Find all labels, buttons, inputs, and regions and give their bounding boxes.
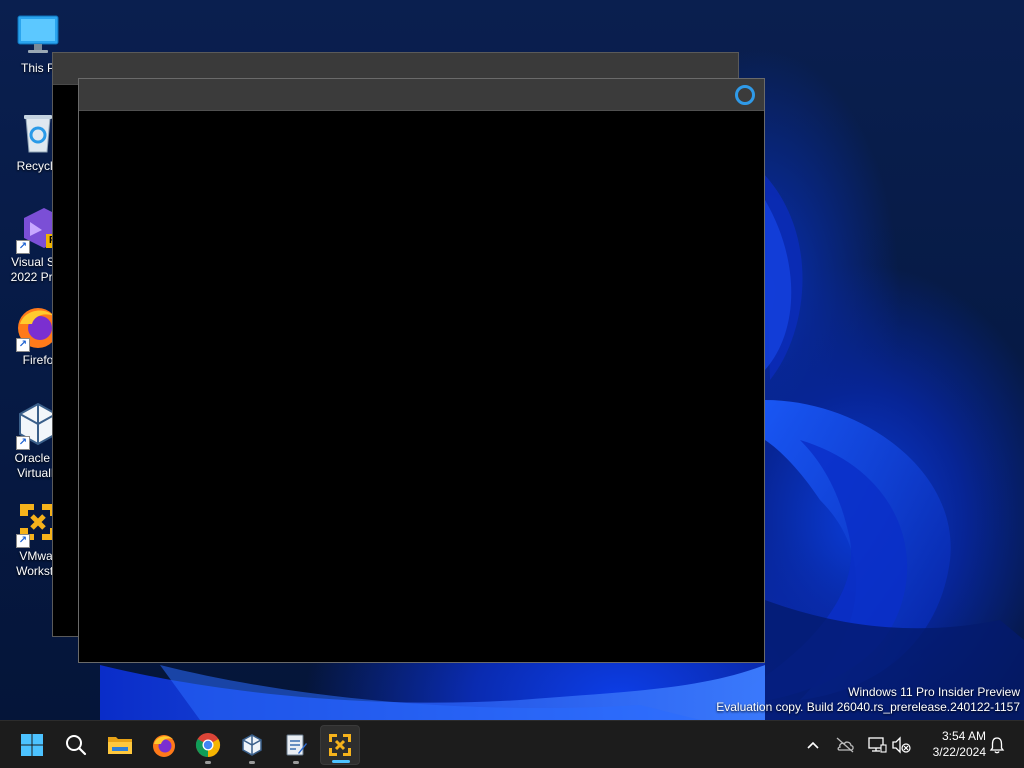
taskbar: 3:54 AM 3/22/2024	[0, 720, 1024, 768]
start-button[interactable]	[12, 725, 52, 765]
firefox-icon	[153, 735, 175, 757]
window-content-area[interactable]	[79, 111, 764, 662]
taskbar-firefox[interactable]	[144, 725, 184, 765]
search-icon	[66, 735, 87, 756]
shortcut-arrow-icon: ↗	[16, 338, 30, 352]
running-indicator	[293, 761, 299, 764]
search-button[interactable]	[56, 725, 96, 765]
taskbar-vmware[interactable]	[320, 725, 360, 765]
notifications-button[interactable]	[986, 725, 1008, 765]
chevron-up-icon	[807, 741, 819, 749]
volume-muted-icon	[892, 736, 911, 754]
virtualbox-icon	[242, 734, 262, 756]
taskbar-virtualbox[interactable]	[232, 725, 272, 765]
shortcut-arrow-icon: ↗	[16, 534, 30, 548]
taskbar-clock[interactable]: 3:54 AM 3/22/2024	[918, 728, 986, 760]
show-hidden-icons-button[interactable]	[802, 725, 824, 765]
active-indicator	[332, 760, 350, 763]
vmware-icon	[329, 734, 351, 756]
foreground-window-titlebar[interactable]	[79, 79, 764, 111]
network-wired-icon	[868, 737, 887, 753]
shortcut-arrow-icon: ↗	[16, 436, 30, 450]
clock-time: 3:54 AM	[941, 729, 986, 743]
network-tray-button[interactable]	[866, 725, 888, 765]
onedrive-tray-button[interactable]	[834, 725, 856, 765]
watermark-build: Evaluation copy. Build 26040.rs_prerelea…	[716, 700, 1020, 714]
folder-icon	[108, 737, 132, 754]
shortcut-arrow-icon: ↗	[16, 240, 30, 254]
chrome-icon	[195, 733, 221, 757]
notepad-icon	[286, 734, 307, 756]
taskbar-chrome[interactable]	[188, 725, 228, 765]
clock-date: 3/22/2024	[932, 745, 986, 759]
taskbar-file-explorer[interactable]	[100, 725, 140, 765]
taskbar-notepad[interactable]	[276, 725, 316, 765]
evaluation-watermark: Windows 11 Pro Insider Preview Evaluatio…	[716, 685, 1020, 715]
windows-start-icon	[21, 734, 43, 756]
cloud-offline-icon	[836, 737, 854, 753]
bell-icon	[989, 737, 1005, 754]
loading-spinner-icon	[735, 85, 755, 105]
foreground-window[interactable]	[78, 78, 765, 663]
running-indicator	[205, 761, 211, 764]
running-indicator	[249, 761, 255, 764]
monitor-icon	[14, 10, 62, 58]
watermark-edition: Windows 11 Pro Insider Preview	[848, 685, 1020, 699]
volume-tray-button[interactable]	[890, 725, 912, 765]
